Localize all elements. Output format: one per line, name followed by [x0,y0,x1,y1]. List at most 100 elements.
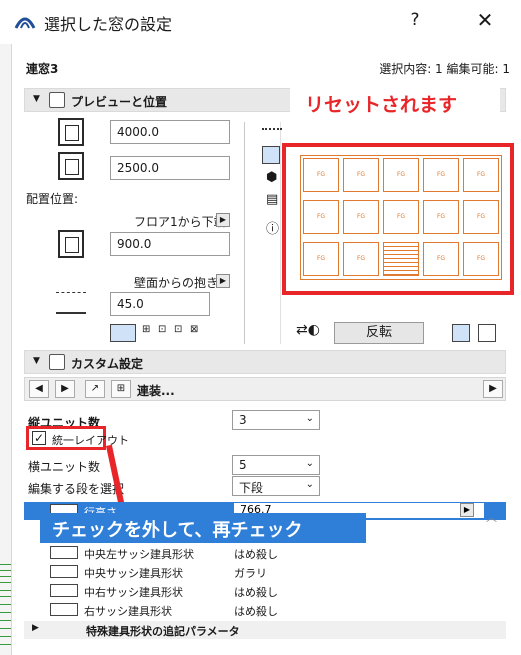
floor-ref-label: フロア1から下端 [134,215,226,229]
v-units-select[interactable]: 3 ⌄ [232,410,320,430]
window-pane: FG [343,242,379,276]
next-arrow-icon[interactable]: ▶ [55,380,75,398]
sill-height-icon [58,230,84,258]
row-value: はめ殺し [234,586,278,599]
scroll-up-icon[interactable]: ︿ [486,509,500,524]
3d-view-icon[interactable]: ⬢ [266,170,277,185]
table-group-row[interactable]: ▶ 特殊建具形状の追記パラメータ [24,621,506,639]
table-row[interactable]: 中央左サッシ建具形状 はめ殺し [24,544,506,562]
uniform-layout-checkbox[interactable]: ✓ [32,431,46,445]
chevron-down-icon: ⌄ [305,413,314,424]
anchor-center-icon[interactable]: ⊞ [142,324,156,342]
window-pane: FG [383,158,419,192]
archicad-logo-icon [14,17,36,29]
uniform-layout-label: 統一レイアウト [52,434,129,447]
h-units-value: 5 [239,458,247,472]
window-pane: FG [303,242,339,276]
grid-icon: ⊞ [111,380,131,398]
anchor-inside-icon[interactable] [110,324,136,342]
height-input[interactable]: 2500.0 [110,156,230,180]
param-icon [50,546,78,559]
row-value: はめ殺し [234,605,278,618]
row-label: 中央左サッシ建具形状 [84,548,194,561]
window-pane: FG [423,200,459,234]
param-icon [50,584,78,597]
param-icon [50,565,78,578]
louver-pane [383,242,419,276]
collapse-triangle-icon[interactable]: ▼ [33,94,40,104]
window-pane: FG [463,200,499,234]
reveal-menu-button[interactable]: ▶ [216,274,230,288]
reveal-label: 壁面からの抱き [134,276,219,290]
preview-settings-icon [49,92,65,108]
prev-arrow-icon[interactable]: ◀ [29,380,49,398]
custom-dropdown[interactable]: 連装... [137,382,175,399]
reveal-input[interactable]: 45.0 [110,292,210,316]
row-menu-button[interactable]: ▶ [460,503,474,517]
dropdown-arrow-icon[interactable]: ▶ [483,380,503,398]
window-pane: FG [303,158,339,192]
divider [244,122,245,344]
edit-row-select[interactable]: 下段 ⌄ [232,476,320,496]
preview-section-title: プレビューと位置 [71,95,168,109]
section-view-icon[interactable]: ▤ [266,192,278,207]
anchor-outside-icon[interactable]: ⊡ [174,324,188,342]
table-row[interactable]: 右サッシ建具形状 はめ殺し [24,601,506,619]
sill-input[interactable]: 900.0 [110,232,230,256]
window-preview: FG FG FG FG FG FG FG FG FG FG FG FG FG F… [300,155,502,280]
custom-section-title: カスタム設定 [71,357,144,371]
annotation-reset-note: リセットされます [305,94,458,116]
row-value: ガラリ [234,567,267,580]
plan-view-icon[interactable] [262,128,282,136]
row-label: 中央サッシ建具形状 [84,567,183,580]
export-icon[interactable]: ↗ [85,380,105,398]
row-label: 右サッシ建具形状 [84,605,172,618]
mirror-icon[interactable]: ⇄◐ [296,322,320,338]
help-button[interactable]: ? [404,10,426,34]
param-icon [50,603,78,616]
info-icon[interactable]: ⓘ [266,218,279,237]
v-units-value: 3 [239,413,247,427]
row-value: はめ殺し [234,548,278,561]
reveal-icon [56,292,86,314]
background-window-strip [0,44,12,655]
anchor-custom-icon[interactable]: ⊠ [190,324,204,342]
placement-label: 配置位置: [26,192,79,206]
elevation-view-icon[interactable] [262,146,280,164]
selection-info: 選択内容: 1 編集可能: 1 [379,62,510,76]
expand-triangle-icon[interactable]: ▶ [32,623,39,633]
chevron-down-icon: ⌄ [305,458,314,469]
window-pane: FG [343,200,379,234]
window-pane: FG [423,242,459,276]
row-label: 中右サッシ建具形状 [84,586,183,599]
edit-row-label: 編集する段を選択 [28,482,125,496]
divider [280,122,281,344]
custom-section-header[interactable]: ▼ カスタム設定 [24,350,506,374]
dialog-title: 選択した窓の設定 [44,15,173,34]
floor-ref-menu-button[interactable]: ▶ [216,213,230,227]
h-units-label: 横ユニット数 [28,460,101,474]
anchor-edge-icon[interactable]: ⊡ [158,324,172,342]
width-icon [58,118,84,146]
edit-row-value: 下段 [239,481,264,495]
custom-settings-icon [49,354,65,370]
height-icon [58,152,84,180]
window-pane: FG [383,200,419,234]
close-button[interactable]: ✕ [470,8,500,36]
window-pane: FG [303,200,339,234]
width-input[interactable]: 4000.0 [110,120,230,144]
table-row[interactable]: 中央サッシ建具形状 ガラリ [24,563,506,581]
annotation-check-note: チェックを外して、再チェック [52,520,303,541]
h-units-select[interactable]: 5 ⌄ [232,455,320,475]
opening-side-b-icon[interactable] [478,324,496,342]
table-row[interactable]: 中右サッシ建具形状 はめ殺し [24,582,506,600]
custom-toolbar: ◀ ▶ ↗ ⊞ 連装... ▶ [24,377,506,401]
flip-button[interactable]: 反転 [334,322,424,344]
window-pane: FG [463,158,499,192]
opening-side-a-icon[interactable] [452,324,470,342]
panel-name: 連窓3 [26,62,59,76]
collapse-triangle-icon[interactable]: ▼ [33,356,40,366]
window-pane: FG [423,158,459,192]
window-pane: FG [463,242,499,276]
title-bar: 選択した窓の設定 ? ✕ [0,0,521,44]
